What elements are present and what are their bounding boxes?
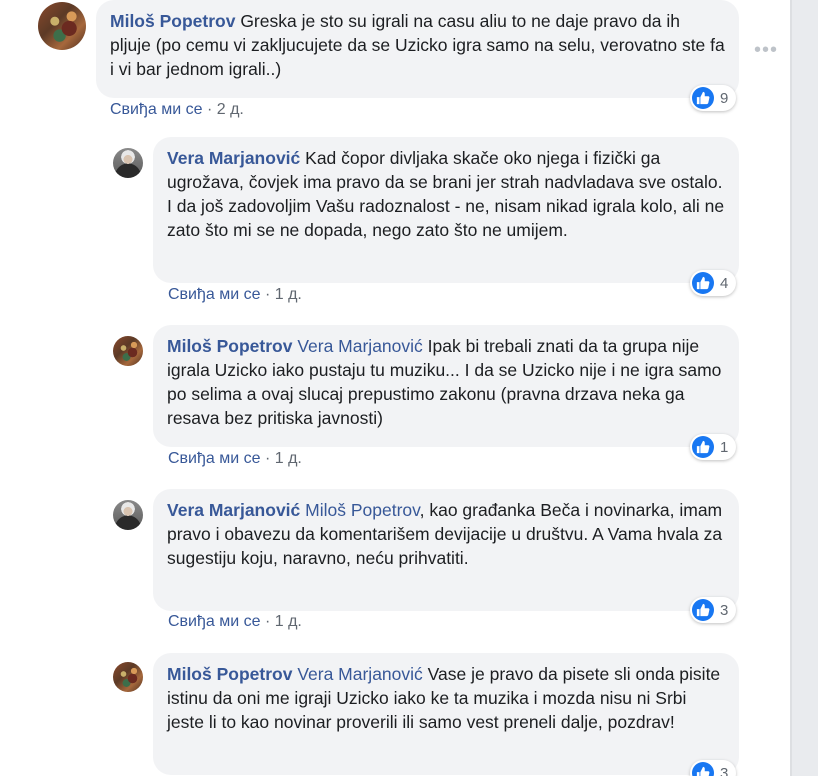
reaction-count[interactable]: 3 bbox=[690, 597, 737, 623]
separator: · bbox=[264, 286, 271, 303]
comment-bubble: Miloš Popetrov Greska je sto su igrali n… bbox=[96, 0, 739, 98]
comment-bubble: Vera Marjanović Miloš Popetrov, kao građ… bbox=[153, 489, 739, 611]
comment-author[interactable]: Vera Marjanović bbox=[167, 148, 300, 168]
like-link[interactable]: Свиђа ми се bbox=[168, 450, 261, 467]
like-link[interactable]: Свиђа ми се bbox=[168, 286, 261, 303]
timestamp[interactable]: 1 д. bbox=[275, 286, 302, 303]
comments-panel: Miloš Popetrov Greska je sto su igrali n… bbox=[0, 0, 790, 776]
reaction-number: 3 bbox=[720, 601, 729, 619]
reaction-count[interactable]: 9 bbox=[690, 85, 737, 111]
separator: · bbox=[264, 613, 271, 630]
comment-actions: Свиђа ми се · 1 д. bbox=[168, 450, 302, 468]
comment-bubble: Miloš Popetrov Vera Marjanović Vase je p… bbox=[153, 653, 739, 775]
separator: · bbox=[206, 101, 213, 118]
mention-link[interactable]: Vera Marjanović bbox=[297, 336, 422, 356]
timestamp[interactable]: 1 д. bbox=[275, 450, 302, 467]
comment-actions: Свиђа ми се · 1 д. bbox=[168, 613, 302, 631]
mention-link[interactable]: Miloš Popetrov bbox=[305, 500, 419, 520]
avatar[interactable] bbox=[38, 2, 86, 50]
comment-author[interactable]: Vera Marjanović bbox=[167, 500, 300, 520]
comment-author[interactable]: Miloš Popetrov bbox=[167, 336, 292, 356]
comment-bubble: Miloš Popetrov Vera Marjanović Ipak bi t… bbox=[153, 325, 739, 447]
comment-actions: Свиђа ми се · 1 д. bbox=[168, 286, 302, 304]
like-thumb-icon bbox=[692, 599, 714, 621]
more-options-icon[interactable]: ••• bbox=[754, 40, 778, 60]
reaction-number: 9 bbox=[720, 89, 729, 107]
avatar[interactable] bbox=[113, 662, 143, 692]
comment-bubble: Vera Marjanović Kad čopor divljaka skače… bbox=[153, 137, 739, 283]
comment-author[interactable]: Miloš Popetrov bbox=[167, 664, 292, 684]
avatar[interactable] bbox=[113, 148, 143, 178]
reaction-number: 3 bbox=[720, 764, 729, 776]
like-thumb-icon bbox=[692, 87, 714, 109]
comment-actions: Свиђа ми се · 2 д. bbox=[110, 101, 244, 119]
reaction-number: 4 bbox=[720, 274, 729, 292]
timestamp[interactable]: 2 д. bbox=[217, 101, 244, 118]
reaction-number: 1 bbox=[720, 438, 729, 456]
mention-link[interactable]: Vera Marjanović bbox=[297, 664, 422, 684]
timestamp[interactable]: 1 д. bbox=[275, 613, 302, 630]
reaction-count[interactable]: 4 bbox=[690, 270, 737, 296]
like-link[interactable]: Свиђа ми се bbox=[168, 613, 261, 630]
like-thumb-icon bbox=[692, 762, 714, 776]
like-thumb-icon bbox=[692, 436, 714, 458]
like-link[interactable]: Свиђа ми се bbox=[110, 101, 203, 118]
comment-author[interactable]: Miloš Popetrov bbox=[110, 11, 235, 31]
reaction-count[interactable]: 3 bbox=[690, 760, 737, 776]
avatar[interactable] bbox=[113, 500, 143, 530]
separator: · bbox=[264, 450, 271, 467]
avatar[interactable] bbox=[113, 336, 143, 366]
like-thumb-icon bbox=[692, 272, 714, 294]
reaction-count[interactable]: 1 bbox=[690, 434, 737, 460]
panel-border bbox=[790, 0, 792, 776]
